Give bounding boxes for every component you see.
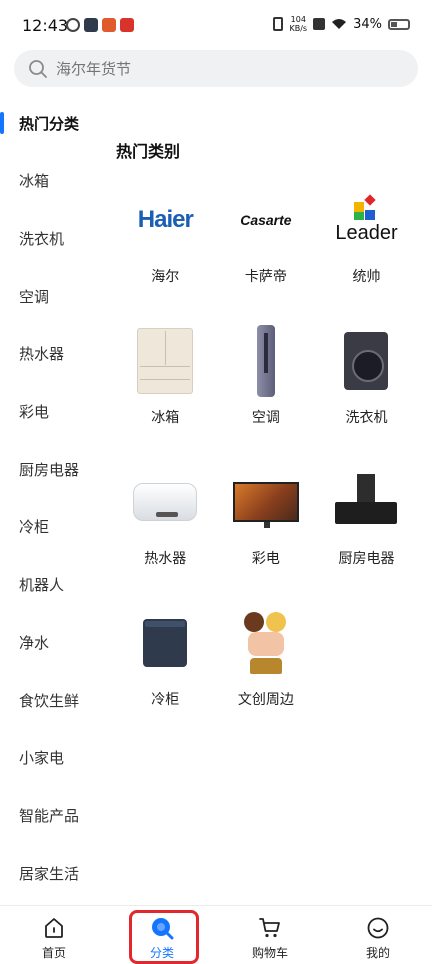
nav-cart-label: 购物车 bbox=[251, 946, 288, 960]
washing-machine-image bbox=[344, 332, 389, 390]
sidebar-item-freezer[interactable]: 冷柜 bbox=[0, 498, 105, 556]
sidebar-item-fridge[interactable]: 冰箱 bbox=[0, 152, 105, 210]
network-speed-value: 104 bbox=[290, 15, 306, 24]
freezer-image bbox=[143, 619, 188, 667]
sidebar-item-food[interactable]: 食饮生鲜 bbox=[0, 671, 105, 729]
section-title: 热门类别 bbox=[116, 142, 181, 161]
category-label: 海尔 bbox=[151, 269, 180, 285]
category-item-haier[interactable]: Haier 海尔 bbox=[115, 180, 216, 321]
wifi-icon bbox=[332, 19, 347, 29]
profile-icon bbox=[367, 917, 389, 939]
range-hood-image bbox=[335, 474, 398, 530]
category-item-merch[interactable]: 文创周边 bbox=[216, 603, 317, 744]
nav-cart[interactable]: 购物车 bbox=[216, 906, 324, 964]
leader-mark-icon bbox=[354, 193, 378, 220]
category-item-kitchen[interactable]: 厨房电器 bbox=[316, 462, 417, 603]
category-grid: Haier 海尔 Casarte 卡萨帝 Leader 统帅 冰箱 空调 洗衣机 bbox=[115, 180, 417, 744]
nav-profile[interactable]: 我的 bbox=[324, 906, 432, 964]
search-input[interactable] bbox=[56, 59, 356, 78]
store-notification-icon bbox=[120, 18, 134, 32]
category-item-washer[interactable]: 洗衣机 bbox=[316, 321, 417, 462]
category-item-tv[interactable]: 彩电 bbox=[216, 462, 317, 603]
sidebar-item-hot[interactable]: 热门分类 bbox=[0, 95, 105, 152]
nav-home[interactable]: 首页 bbox=[0, 906, 108, 964]
category-label: 冷柜 bbox=[151, 692, 180, 708]
category-label: 空调 bbox=[251, 410, 280, 426]
fridge-image bbox=[137, 328, 194, 394]
network-speed-unit: KB/s bbox=[289, 24, 308, 33]
sidebar-item-small-appliance[interactable]: 小家电 bbox=[0, 729, 105, 787]
app-notification-icon bbox=[66, 18, 80, 32]
play-notification-icon bbox=[84, 18, 98, 32]
figurine-image bbox=[238, 610, 294, 676]
sidebar-item-washer[interactable]: 洗衣机 bbox=[0, 210, 105, 268]
nav-category[interactable]: 分类 bbox=[108, 906, 216, 964]
leader-logo-text: Leader bbox=[335, 221, 398, 244]
category-label: 厨房电器 bbox=[338, 551, 395, 567]
notification-icons bbox=[66, 18, 134, 32]
category-item-ac[interactable]: 空调 bbox=[216, 321, 317, 462]
haier-logo: Haier bbox=[129, 180, 201, 260]
category-sidebar: 热门分类 冰箱 洗衣机 空调 热水器 彩电 厨房电器 冷柜 机器人 净水 食饮生… bbox=[0, 95, 105, 902]
status-bar: 12:43 104 KB/s 34% bbox=[0, 0, 432, 48]
nav-home-label: 首页 bbox=[41, 946, 66, 960]
battery-percent: 34% bbox=[353, 16, 382, 32]
nav-profile-label: 我的 bbox=[365, 946, 390, 960]
shop-notification-icon bbox=[102, 18, 116, 32]
network-speed: 104 KB/s bbox=[289, 15, 307, 33]
casarte-logo-text: Casarte bbox=[240, 212, 292, 228]
sidebar-item-ac[interactable]: 空调 bbox=[0, 267, 105, 325]
water-heater-image bbox=[133, 483, 198, 521]
home-icon bbox=[45, 918, 63, 938]
casarte-logo: Casarte bbox=[230, 180, 302, 260]
bottom-nav: 首页 分类 购物车 我的 bbox=[0, 905, 432, 964]
category-item-freezer[interactable]: 冷柜 bbox=[115, 603, 216, 744]
category-label: 洗衣机 bbox=[345, 410, 388, 426]
category-item-fridge[interactable]: 冰箱 bbox=[115, 321, 216, 462]
category-label: 热水器 bbox=[144, 551, 187, 567]
battery-icon bbox=[388, 18, 410, 30]
haier-logo-text: Haier bbox=[137, 206, 194, 233]
status-indicators: 104 KB/s 34% bbox=[273, 15, 410, 33]
category-item-casarte[interactable]: Casarte 卡萨帝 bbox=[216, 180, 317, 321]
sidebar-item-robot[interactable]: 机器人 bbox=[0, 556, 105, 614]
sidebar-item-water-heater[interactable]: 热水器 bbox=[0, 325, 105, 383]
sidebar-item-home-living[interactable]: 居家生活 bbox=[0, 844, 105, 902]
search-bar[interactable] bbox=[14, 50, 418, 87]
search-icon bbox=[29, 59, 47, 78]
leader-logo: Leader bbox=[330, 180, 402, 260]
tv-image bbox=[232, 482, 299, 528]
sidebar-item-kitchen[interactable]: 厨房电器 bbox=[0, 440, 105, 498]
category-item-water-heater[interactable]: 热水器 bbox=[115, 462, 216, 603]
category-label: 彩电 bbox=[251, 551, 280, 567]
sidebar-item-tv[interactable]: 彩电 bbox=[0, 383, 105, 441]
category-label: 统帅 bbox=[352, 269, 381, 285]
sidebar-item-smart[interactable]: 智能产品 bbox=[0, 787, 105, 845]
sim-x-icon bbox=[313, 18, 326, 30]
vibrate-icon bbox=[273, 17, 284, 31]
status-time: 12:43 bbox=[22, 16, 69, 35]
category-item-leader[interactable]: Leader 统帅 bbox=[316, 180, 417, 321]
category-icon bbox=[152, 918, 174, 940]
category-label: 文创周边 bbox=[237, 692, 294, 708]
sidebar-item-water-purifier[interactable]: 净水 bbox=[0, 614, 105, 672]
air-conditioner-image bbox=[256, 325, 275, 397]
category-label: 卡萨帝 bbox=[244, 269, 287, 285]
nav-category-label: 分类 bbox=[149, 946, 174, 960]
category-label: 冰箱 bbox=[151, 410, 180, 426]
cart-icon bbox=[259, 918, 280, 938]
